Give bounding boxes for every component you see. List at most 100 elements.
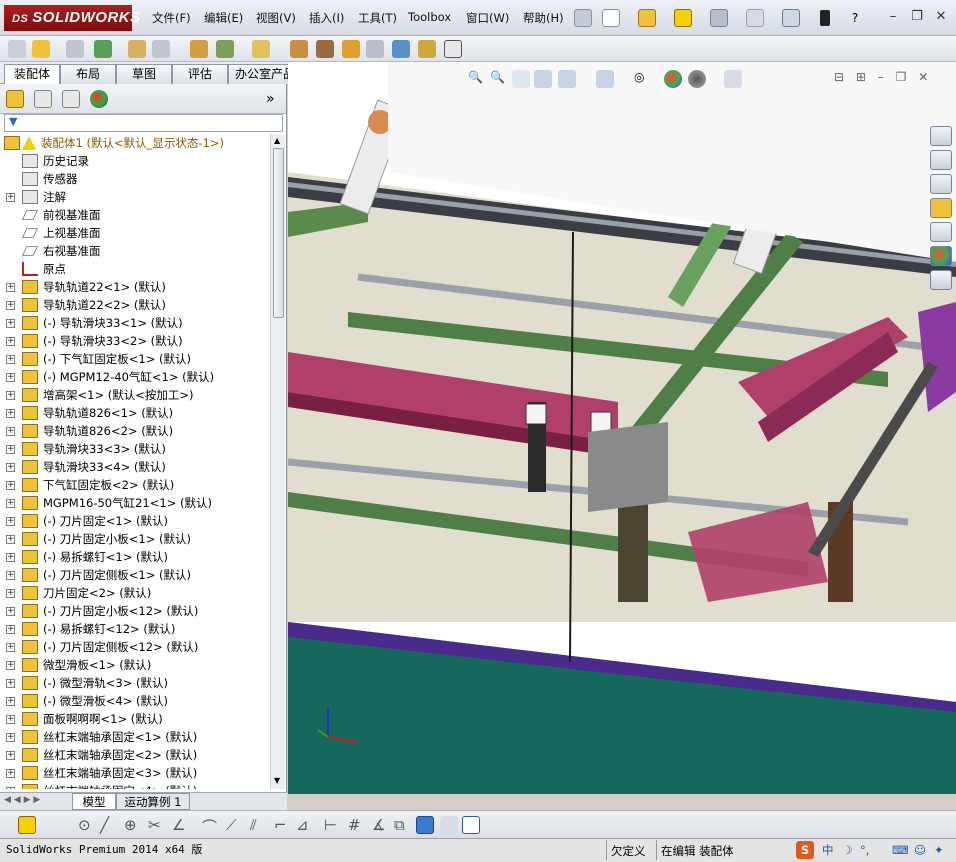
expand-toggle-icon[interactable]: + — [6, 445, 15, 454]
doc-restore-button[interactable]: ❐ — [896, 70, 907, 84]
ime-chinese-icon[interactable]: 中 — [822, 839, 834, 861]
tree-vertical-scrollbar[interactable]: ▲ ▼ — [270, 134, 285, 789]
corner-icon[interactable]: ⌐ — [274, 816, 287, 834]
tree-item[interactable]: + (-) 刀片固定侧板<1> (默认) — [0, 566, 270, 584]
menu-window[interactable]: 窗口(W) — [466, 10, 509, 26]
smart-dimension-icon[interactable] — [18, 816, 36, 834]
tree-item[interactable]: + MGPM16-50气缸21<1> (默认) — [0, 494, 270, 512]
expand-toggle-icon[interactable]: + — [6, 733, 15, 742]
file-explorer-icon[interactable] — [930, 198, 952, 218]
tree-item[interactable]: + 下气缸固定板<2> (默认) — [0, 476, 270, 494]
tree-item[interactable]: + (-) MGPM12-40气缸<1> (默认) — [0, 368, 270, 386]
tree-item[interactable]: + 丝杠末端轴承固定<2> (默认) — [0, 746, 270, 764]
insert-component-icon[interactable] — [8, 40, 26, 58]
expand-toggle-icon[interactable]: + — [6, 589, 15, 598]
tab-evaluate[interactable]: 评估 — [172, 64, 228, 84]
apply-scene-icon[interactable] — [688, 70, 706, 88]
print-icon[interactable] — [710, 9, 728, 27]
open-folder-icon[interactable] — [638, 9, 656, 27]
tab-layout[interactable]: 布局 — [60, 64, 116, 84]
linear-pattern-icon[interactable] — [66, 40, 84, 58]
tree-item[interactable]: + (-) 刀片固定小板<12> (默认) — [0, 602, 270, 620]
menu-insert[interactable]: 插入(I) — [309, 10, 344, 26]
shaded-view-icon[interactable] — [416, 816, 434, 834]
previous-view-icon[interactable] — [512, 70, 530, 88]
view-orientation-icon[interactable] — [558, 70, 576, 88]
filter-funnel-icon[interactable]: ▼ — [9, 116, 21, 128]
explode-line-sketch-icon[interactable] — [342, 40, 360, 58]
instant3d-icon[interactable] — [444, 40, 462, 58]
tree-item[interactable]: 右视基准面 — [0, 242, 270, 260]
expand-toggle-icon[interactable]: + — [6, 787, 15, 789]
traffic-light-icon[interactable] — [820, 10, 830, 26]
solidworks-logo[interactable]: DS SOLIDWORKS — [4, 5, 140, 31]
view-settings-icon[interactable] — [724, 70, 742, 88]
tree-item[interactable]: 传感器 — [0, 170, 270, 188]
doc-tile2-icon[interactable]: ⊞ — [856, 70, 866, 84]
tree-item[interactable]: + (-) 导轨滑块33<1> (默认) — [0, 314, 270, 332]
tree-item[interactable]: 前视基准面 — [0, 206, 270, 224]
tree-item[interactable]: + 导轨轨道22<2> (默认) — [0, 296, 270, 314]
polygon-icon[interactable]: ⊕ — [124, 816, 137, 834]
expand-toggle-icon[interactable]: + — [6, 301, 15, 310]
expand-toggle-icon[interactable]: + — [6, 481, 15, 490]
menu-view[interactable]: 视图(V) — [256, 10, 296, 26]
tree-item[interactable]: + (-) 微型滑板<4> (默认) — [0, 692, 270, 710]
tree-item[interactable]: + 微型滑板<1> (默认) — [0, 656, 270, 674]
exploded-view-icon[interactable] — [316, 40, 334, 58]
tree-item[interactable]: + (-) 导轨滑块33<2> (默认) — [0, 332, 270, 350]
box-icon[interactable]: ⧉ — [394, 816, 405, 834]
tree-item[interactable]: + (-) 易拆螺钉<1> (默认) — [0, 548, 270, 566]
edit-appearance-icon[interactable] — [664, 70, 682, 88]
home-icon[interactable] — [930, 150, 952, 170]
expand-toggle-icon[interactable]: + — [6, 373, 15, 382]
menu-toolbox[interactable]: Toolbox — [408, 10, 451, 24]
rebuild-warning-icon[interactable] — [674, 9, 692, 27]
expand-toggle-icon[interactable]: + — [6, 499, 15, 508]
appearances-icon[interactable] — [930, 246, 952, 266]
undo-icon[interactable] — [746, 9, 764, 27]
zoom-to-area-icon[interactable]: 🔍 — [490, 70, 508, 88]
scrollbar-thumb[interactable] — [273, 148, 284, 318]
expand-toggle-icon[interactable]: + — [6, 769, 15, 778]
mirror-icon[interactable]: ⊿ — [296, 816, 309, 834]
fillet-icon[interactable]: ⌒ — [202, 816, 217, 837]
clearance-verification-icon[interactable] — [392, 40, 410, 58]
trim-icon[interactable]: ✂ — [148, 816, 161, 834]
select-cursor-icon[interactable] — [782, 9, 800, 27]
tree-item[interactable]: + 丝杠末端轴承固定<1> (默认) — [0, 728, 270, 746]
close-button[interactable]: ✕ — [932, 9, 950, 25]
expand-toggle-icon[interactable]: + — [6, 355, 15, 364]
tab-motion-study[interactable]: 运动算例 1 — [116, 793, 190, 810]
tree-item[interactable]: + 导轨轨道826<1> (默认) — [0, 404, 270, 422]
tree-item[interactable]: + 注解 — [0, 188, 270, 206]
expand-toggle-icon[interactable]: + — [6, 607, 15, 616]
expand-panel-icon[interactable]: » — [266, 91, 275, 107]
tree-item[interactable]: + 增高架<1> (默认<按加工>) — [0, 386, 270, 404]
bill-of-materials-icon[interactable] — [290, 40, 308, 58]
chamfer-icon[interactable]: ⟋ — [226, 816, 237, 834]
expand-toggle-icon[interactable]: + — [6, 661, 15, 670]
camera-icon[interactable] — [440, 816, 458, 834]
circle-icon[interactable]: ⊙ — [78, 816, 91, 834]
tab-sketch[interactable]: 草图 — [116, 64, 172, 84]
expand-toggle-icon[interactable]: + — [6, 409, 15, 418]
tree-filter-input[interactable]: ▼ — [4, 114, 283, 132]
expand-toggle-icon[interactable]: + — [6, 751, 15, 760]
graphics-viewport[interactable]: 🔍 🔍 ◎ ⊟ ⊞ – ❐ ✕ — [288, 62, 956, 794]
restore-button[interactable]: ❐ — [908, 9, 926, 25]
expand-toggle-icon[interactable]: + — [6, 283, 15, 292]
doc-tile-icon[interactable]: ⊟ — [834, 70, 844, 84]
menu-tools[interactable]: 工具(T) — [358, 10, 397, 26]
view-palette-icon[interactable] — [930, 222, 952, 242]
custom-properties-icon[interactable] — [930, 270, 952, 290]
tree-item[interactable]: + 导轨滑块33<3> (默认) — [0, 440, 270, 458]
section-view-icon[interactable] — [534, 70, 552, 88]
move-component-icon[interactable] — [128, 40, 146, 58]
display-manager-icon[interactable] — [90, 90, 108, 108]
measure-icon[interactable]: ⊢ — [324, 816, 337, 834]
ime-user-icon[interactable]: ☺ — [914, 839, 926, 861]
ime-sogou-icon[interactable]: S — [796, 841, 814, 859]
tree-item[interactable]: + 导轨轨道826<2> (默认) — [0, 422, 270, 440]
expand-toggle-icon[interactable]: + — [6, 679, 15, 688]
